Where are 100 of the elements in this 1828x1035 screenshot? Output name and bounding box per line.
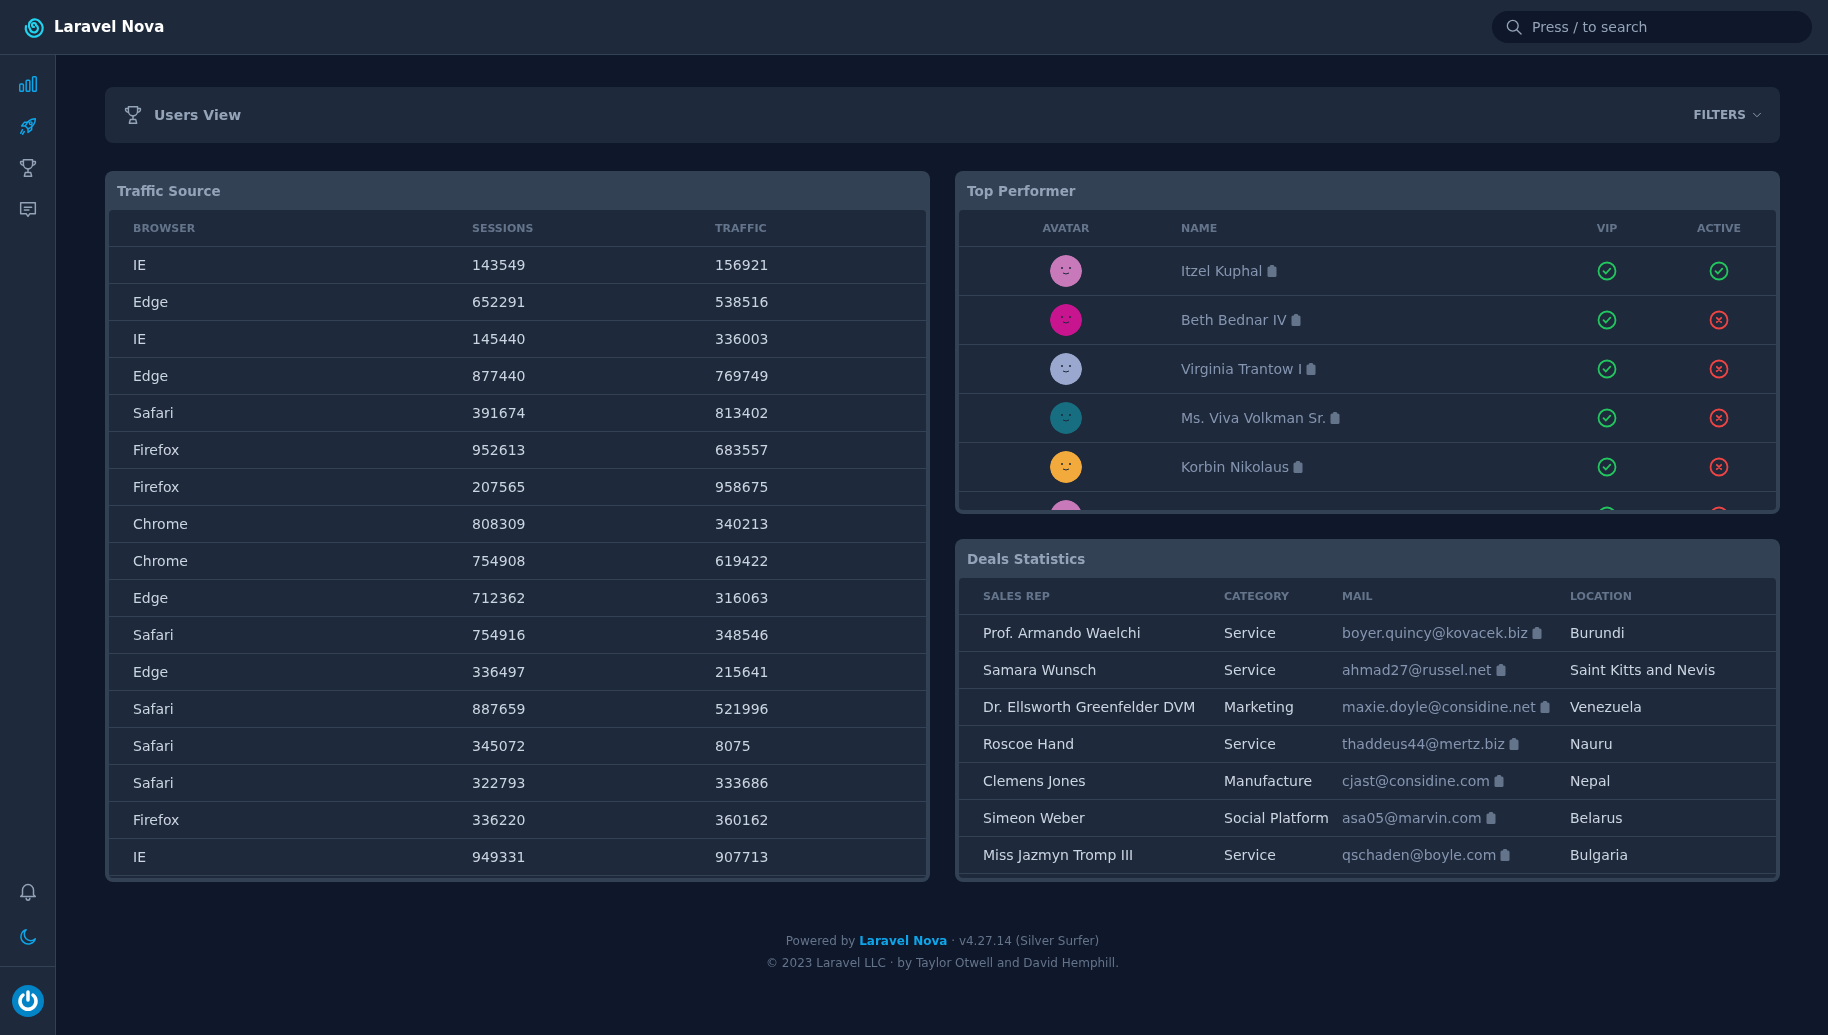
table-cell-text: 808309: [472, 516, 527, 532]
table-cell-text: 8075: [715, 738, 752, 754]
table-cell-text: 958675: [715, 479, 770, 495]
card-title: Top Performer: [966, 181, 1077, 201]
table-cell-text: Belarus: [1570, 810, 1624, 826]
clipboard-icon[interactable]: [1508, 738, 1519, 750]
table-cell-text: 322793: [472, 775, 527, 791]
clipboard-icon[interactable]: [1330, 412, 1341, 424]
table-cell-text: Simeon Weber: [983, 810, 1086, 826]
clipboard-icon[interactable]: [1531, 627, 1542, 639]
clipboard-icon[interactable]: [1290, 314, 1301, 326]
table-cell-text: Marketing: [1224, 699, 1295, 715]
column-header: MAIL: [1342, 589, 1374, 603]
column-header: CATEGORY: [1224, 589, 1290, 603]
table-cell-text: 907713: [715, 849, 770, 865]
table-cell-text: Safari: [133, 738, 175, 754]
table-cell-text: Service: [1224, 736, 1277, 752]
table-cell-text: Burundi: [1570, 625, 1626, 641]
table-cell-text: 143549: [472, 257, 527, 273]
table-cell-text: 336497: [472, 664, 527, 680]
table-cell-text: Safari: [133, 775, 175, 791]
table-cell-text: 887659: [472, 701, 527, 717]
table-cell-text: 538516: [715, 294, 770, 310]
table-cell-text: 949331: [472, 849, 527, 865]
powered-by-text: Powered by Laravel Nova · v4.27.14 (Silver Surfer): [784, 933, 1101, 950]
email-link[interactable]: qschaden@boyle.com: [1342, 847, 1497, 863]
performer-name[interactable]: Ms. Viva Volkman Sr.: [1181, 410, 1327, 426]
table-cell-text: 813402: [715, 405, 770, 421]
table-cell-text: Firefox: [133, 812, 181, 828]
clipboard-icon[interactable]: [1500, 849, 1511, 861]
table-cell-text: Clemens Jones: [983, 773, 1087, 789]
email-link[interactable]: cjast@considine.com: [1342, 773, 1490, 789]
table-cell-text: Roscoe Hand: [983, 736, 1076, 752]
table-cell-text: 360162: [715, 812, 770, 828]
table-cell-text: Firefox: [133, 479, 181, 495]
table-cell-text: Edge: [133, 368, 170, 384]
table-cell-text: Venezuela: [1570, 699, 1643, 715]
table-cell-text: 952613: [472, 442, 527, 458]
email-link[interactable]: ahmad27@russel.net: [1342, 662, 1492, 678]
filters-dropdown[interactable]: FILTERS: [1693, 108, 1764, 122]
email-link[interactable]: asa05@marvin.com: [1342, 810, 1482, 826]
table-cell-text: Nepal: [1570, 773, 1612, 789]
column-header: LOCATION: [1570, 589, 1633, 603]
table-cell-text: 336003: [715, 331, 770, 347]
laravel-nova-link[interactable]: Laravel Nova: [859, 934, 948, 948]
column-header: AVATAR: [1042, 221, 1090, 235]
table-cell-text: Service: [1224, 625, 1277, 641]
table-cell-text: Safari: [133, 405, 175, 421]
bar-chart-nav-button[interactable]: [16, 73, 39, 95]
column-header: TRAFFIC: [715, 221, 768, 235]
performer-name[interactable]: Itzel Kuphal: [1181, 263, 1263, 279]
copyright-text: © 2023 Laravel LLC · by Taylor Otwell and David Hemphill.: [765, 955, 1120, 972]
table-cell-text: 207565: [472, 479, 527, 495]
clipboard-icon[interactable]: [1306, 363, 1317, 375]
power-avatar-icon[interactable]: [11, 985, 44, 1017]
performer-name[interactable]: Virginia Trantow I: [1181, 361, 1303, 377]
table-cell-text: Service: [1224, 847, 1277, 863]
table-cell-text: Miss Jazmyn Tromp III: [983, 847, 1135, 863]
clipboard-icon[interactable]: [1485, 812, 1496, 824]
table-cell-text: 391674: [472, 405, 527, 421]
table-cell-text: 145440: [472, 331, 527, 347]
table-cell-text: Safari: [133, 701, 175, 717]
table-cell-text: Bulgaria: [1570, 847, 1630, 863]
table-cell-text: IE: [133, 257, 147, 273]
dashboard-title: Users View: [154, 107, 242, 123]
table-cell-text: 712362: [472, 590, 527, 606]
table-cell-text: 683557: [715, 442, 770, 458]
column-header: ACTIVE: [1696, 221, 1742, 235]
table-cell-text: 345072: [472, 738, 527, 754]
table-cell-text: IE: [133, 849, 147, 865]
performer-name[interactable]: Beth Bednar IV: [1181, 312, 1287, 328]
table-cell-text: 619422: [715, 553, 770, 569]
email-link[interactable]: boyer.quincy@kovacek.biz: [1342, 625, 1528, 641]
clipboard-icon[interactable]: [1493, 775, 1504, 787]
table-cell-text: Manufacture: [1224, 773, 1314, 789]
table-cell-text: Firefox: [133, 442, 181, 458]
clipboard-icon[interactable]: [1495, 664, 1506, 676]
table-cell-text: 769749: [715, 368, 770, 384]
table-cell-text: Saint Kitts and Nevis: [1570, 662, 1717, 678]
column-header: VIP: [1596, 221, 1618, 235]
column-header: BROWSER: [133, 221, 197, 235]
table-cell-text: 754916: [472, 627, 527, 643]
bar-chart-icon: [16, 73, 39, 95]
search-field[interactable]: Press / to search: [1492, 11, 1812, 43]
column-header: SESSIONS: [472, 221, 535, 235]
performer-name[interactable]: Korbin Nikolaus: [1181, 459, 1290, 475]
table-cell-text: Safari: [133, 627, 175, 643]
table-cell-text: 333686: [715, 775, 770, 791]
spiral-logo-icon: [22, 15, 46, 39]
table-cell-text: 156921: [715, 257, 770, 273]
email-link[interactable]: thaddeus44@mertz.biz: [1342, 736, 1505, 752]
clipboard-icon[interactable]: [1266, 265, 1277, 277]
clipboard-icon[interactable]: [1293, 461, 1304, 473]
column-header: SALES REP: [983, 589, 1051, 603]
clipboard-icon[interactable]: [1539, 701, 1550, 713]
column-header: NAME: [1180, 221, 1219, 235]
table-cell-text: 336220: [472, 812, 527, 828]
brand-name[interactable]: Laravel Nova: [54, 18, 165, 36]
table-cell-text: 652291: [472, 294, 527, 310]
email-link[interactable]: maxie.doyle@considine.net: [1342, 699, 1536, 715]
